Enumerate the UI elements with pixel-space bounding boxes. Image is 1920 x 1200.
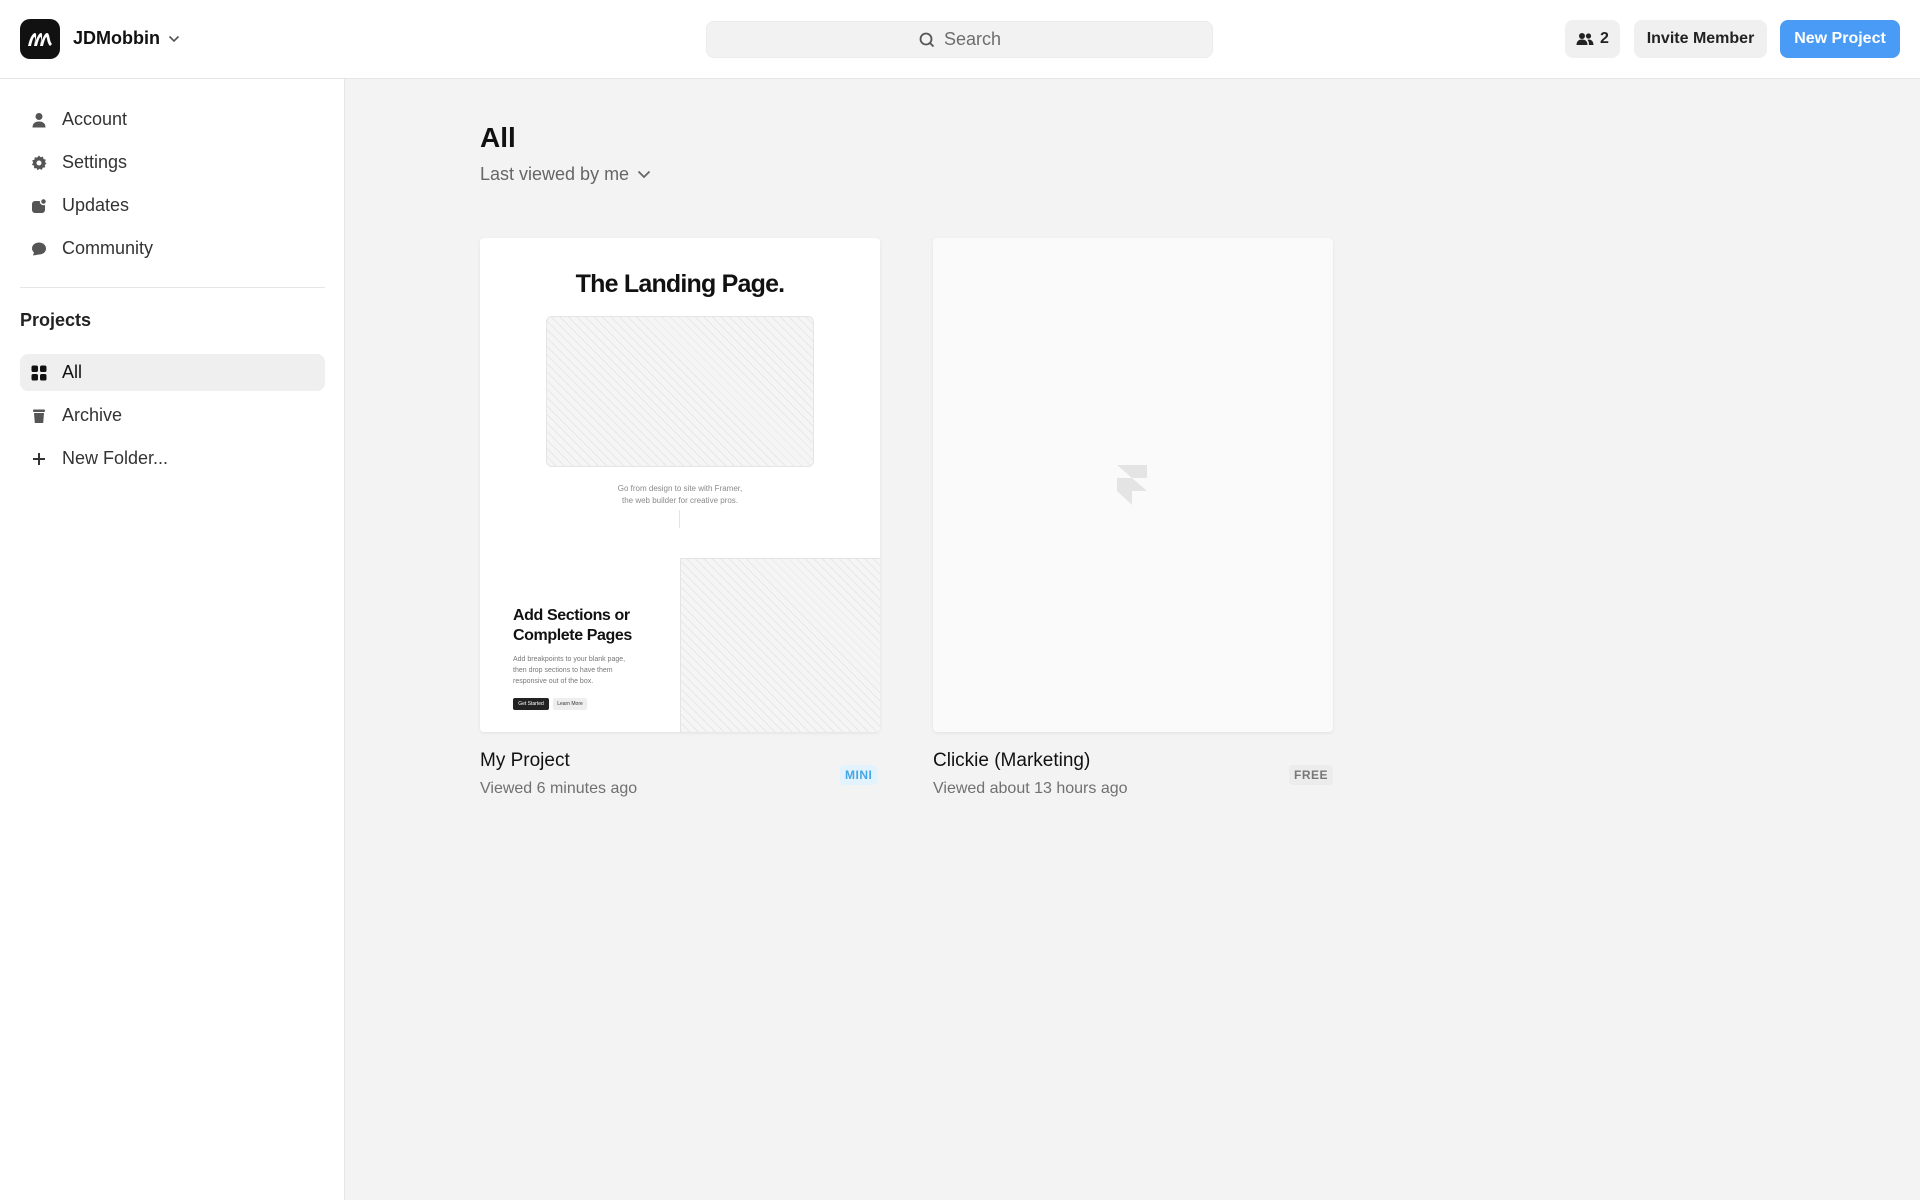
thumbnail-caption-line: the web builder for creative pros. (621, 496, 739, 505)
sidebar-item-label: Settings (62, 152, 128, 172)
workspace-logo-icon (28, 33, 52, 46)
sidebar-item-label: Archive (62, 405, 123, 425)
project-card-thumbnail[interactable]: The Landing Page. Go from design to site… (480, 238, 880, 732)
search-input[interactable]: Search (706, 21, 1213, 58)
search-icon (919, 32, 935, 47)
sort-dropdown[interactable]: Last viewed by me (480, 164, 651, 185)
thumbnail-title: The Landing Page. (575, 270, 785, 298)
thumbnail-caption: Go from design to site with Framer, the … (480, 483, 880, 507)
gear-icon (30, 154, 48, 172)
workspace-name: JDMobbin (73, 28, 160, 48)
project-name[interactable]: My Project (480, 750, 570, 772)
plan-badge: FREE (1289, 765, 1334, 785)
workspace-logo[interactable] (20, 19, 60, 59)
sidebar-item-label: New Folder... (62, 448, 169, 468)
workspace-switcher[interactable]: JDMobbin (73, 28, 180, 49)
sidebar-item-community[interactable]: Community (20, 230, 325, 267)
invite-member-button[interactable]: Invite Member (1634, 20, 1767, 58)
sidebar-item-label: Updates (62, 195, 130, 215)
sidebar-item-settings[interactable]: Settings (20, 144, 325, 181)
sidebar-item-all[interactable]: All (20, 354, 325, 391)
project-last-viewed: Viewed about 13 hours ago (933, 780, 1128, 797)
member-count: 2 (1600, 30, 1609, 47)
top-bar: JDMobbin Search 2 Invite Member New Proj… (0, 0, 1920, 79)
project-last-viewed: Viewed 6 minutes ago (480, 780, 638, 797)
sidebar-item-archive[interactable]: Archive (20, 397, 325, 434)
grid-icon (30, 364, 48, 382)
chevron-down-icon (637, 170, 651, 179)
sidebar-item-label: Community (62, 238, 154, 258)
project-name[interactable]: Clickie (Marketing) (933, 750, 1090, 772)
sidebar-divider (20, 287, 325, 288)
sidebar-item-label: All (62, 362, 83, 382)
sidebar-item-label: Account (62, 109, 128, 129)
thumbnail-heading-line: Add Sections or (513, 607, 630, 624)
chat-bubble-icon (30, 240, 48, 258)
thumbnail-heading: Add Sections or Complete Pages (513, 606, 632, 646)
project-card-thumbnail[interactable] (933, 238, 1333, 732)
thumbnail-image-placeholder (680, 558, 880, 732)
chevron-down-icon (168, 35, 180, 42)
plan-badge: MINI (840, 765, 878, 785)
projects-section-title: Projects (20, 310, 92, 330)
user-icon (30, 111, 48, 129)
thumbnail-primary-button: Get Started (513, 698, 549, 710)
thumbnail-body-line: responsive out of the box. (513, 678, 594, 685)
page-title: All (480, 122, 516, 153)
thumbnail-body-line: then drop sections to have them (513, 667, 613, 674)
new-project-button[interactable]: New Project (1780, 20, 1900, 58)
sort-label: Last viewed by me (480, 164, 630, 184)
users-icon (1576, 33, 1594, 45)
thumbnail-hero-placeholder (546, 316, 814, 467)
thumbnail-divider (679, 510, 680, 528)
thumbnail-body-line: Add breakpoints to your blank page, (513, 656, 626, 663)
members-button[interactable]: 2 (1565, 20, 1620, 58)
plus-icon (30, 450, 48, 468)
search-placeholder: Search (943, 29, 1002, 49)
sidebar-item-updates[interactable]: Updates (20, 187, 325, 224)
updates-icon (30, 197, 48, 215)
thumbnail-secondary-button: Learn More (553, 698, 587, 710)
sidebar-item-new-folder[interactable]: New Folder... (20, 440, 325, 477)
framer-logo-icon (1115, 463, 1149, 512)
thumbnail-caption-line: Go from design to site with Framer, (617, 484, 743, 493)
trash-icon (30, 407, 48, 425)
sidebar-item-account[interactable]: Account (20, 101, 325, 138)
thumbnail-heading-line: Complete Pages (513, 627, 632, 644)
sidebar: Account Settings Updates Community Proje… (0, 79, 345, 1200)
thumbnail-body: Add breakpoints to your blank page, then… (513, 654, 625, 687)
